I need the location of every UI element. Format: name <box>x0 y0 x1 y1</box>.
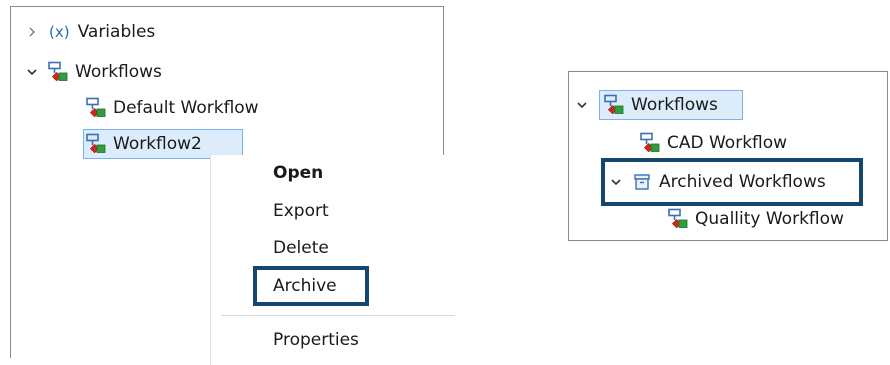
tree-item-label: Workflow2 <box>113 134 202 154</box>
variables-icon: (x) <box>49 23 70 41</box>
workflow-icon <box>667 208 689 230</box>
chevron-down-icon[interactable] <box>25 65 39 79</box>
tree-item-workflows-label[interactable]: Workflows <box>603 90 718 120</box>
tree-item-variables[interactable]: (x) Variables <box>25 17 155 47</box>
menu-item-properties[interactable]: Properties <box>273 325 359 355</box>
menu-separator <box>221 315 455 316</box>
chevron-down-icon[interactable] <box>609 175 623 189</box>
workflow-icon <box>603 94 625 116</box>
tree-item-workflows[interactable] <box>575 90 589 120</box>
menu-item-export[interactable]: Export <box>273 196 329 226</box>
tree-item-label: Workflows <box>631 95 718 115</box>
context-menu: Open Export Delete Archive Properties <box>211 155 455 365</box>
chevron-right-icon[interactable] <box>25 25 39 39</box>
workflow-icon <box>85 133 107 155</box>
left-project-tree-panel: (x) Variables Workflows Default Workflow… <box>10 6 455 365</box>
tree-item-label: Default Workflow <box>113 98 259 118</box>
tree-item-cad-workflow[interactable]: CAD Workflow <box>639 128 787 158</box>
tree-item-label: Quallity Workflow <box>695 209 844 229</box>
tree-item-archived-workflows[interactable]: Archived Workflows <box>609 167 826 197</box>
right-project-tree-panel: Workflows CAD Workflow Archived Workflow… <box>568 71 888 241</box>
menu-item-delete[interactable]: Delete <box>273 233 329 263</box>
tree-item-workflows[interactable]: Workflows <box>25 57 162 87</box>
tree-item-label: CAD Workflow <box>667 133 788 153</box>
tree-item-quality-workflow[interactable]: Quallity Workflow <box>667 204 844 234</box>
workflow-icon <box>639 132 661 154</box>
tree-item-workflow2[interactable]: Workflow2 <box>85 129 202 159</box>
workflow-icon <box>47 61 69 83</box>
workflow-icon <box>85 97 107 119</box>
archive-callout-highlight <box>253 266 369 306</box>
tree-item-label: Variables <box>77 22 156 42</box>
menu-item-open[interactable]: Open <box>273 158 323 188</box>
tree-item-label: Archived Workflows <box>659 172 826 192</box>
tree-item-label: Workflows <box>75 62 162 82</box>
chevron-down-icon[interactable] <box>575 98 589 112</box>
archive-folder-icon <box>633 173 651 191</box>
tree-item-default-workflow[interactable]: Default Workflow <box>85 93 259 123</box>
